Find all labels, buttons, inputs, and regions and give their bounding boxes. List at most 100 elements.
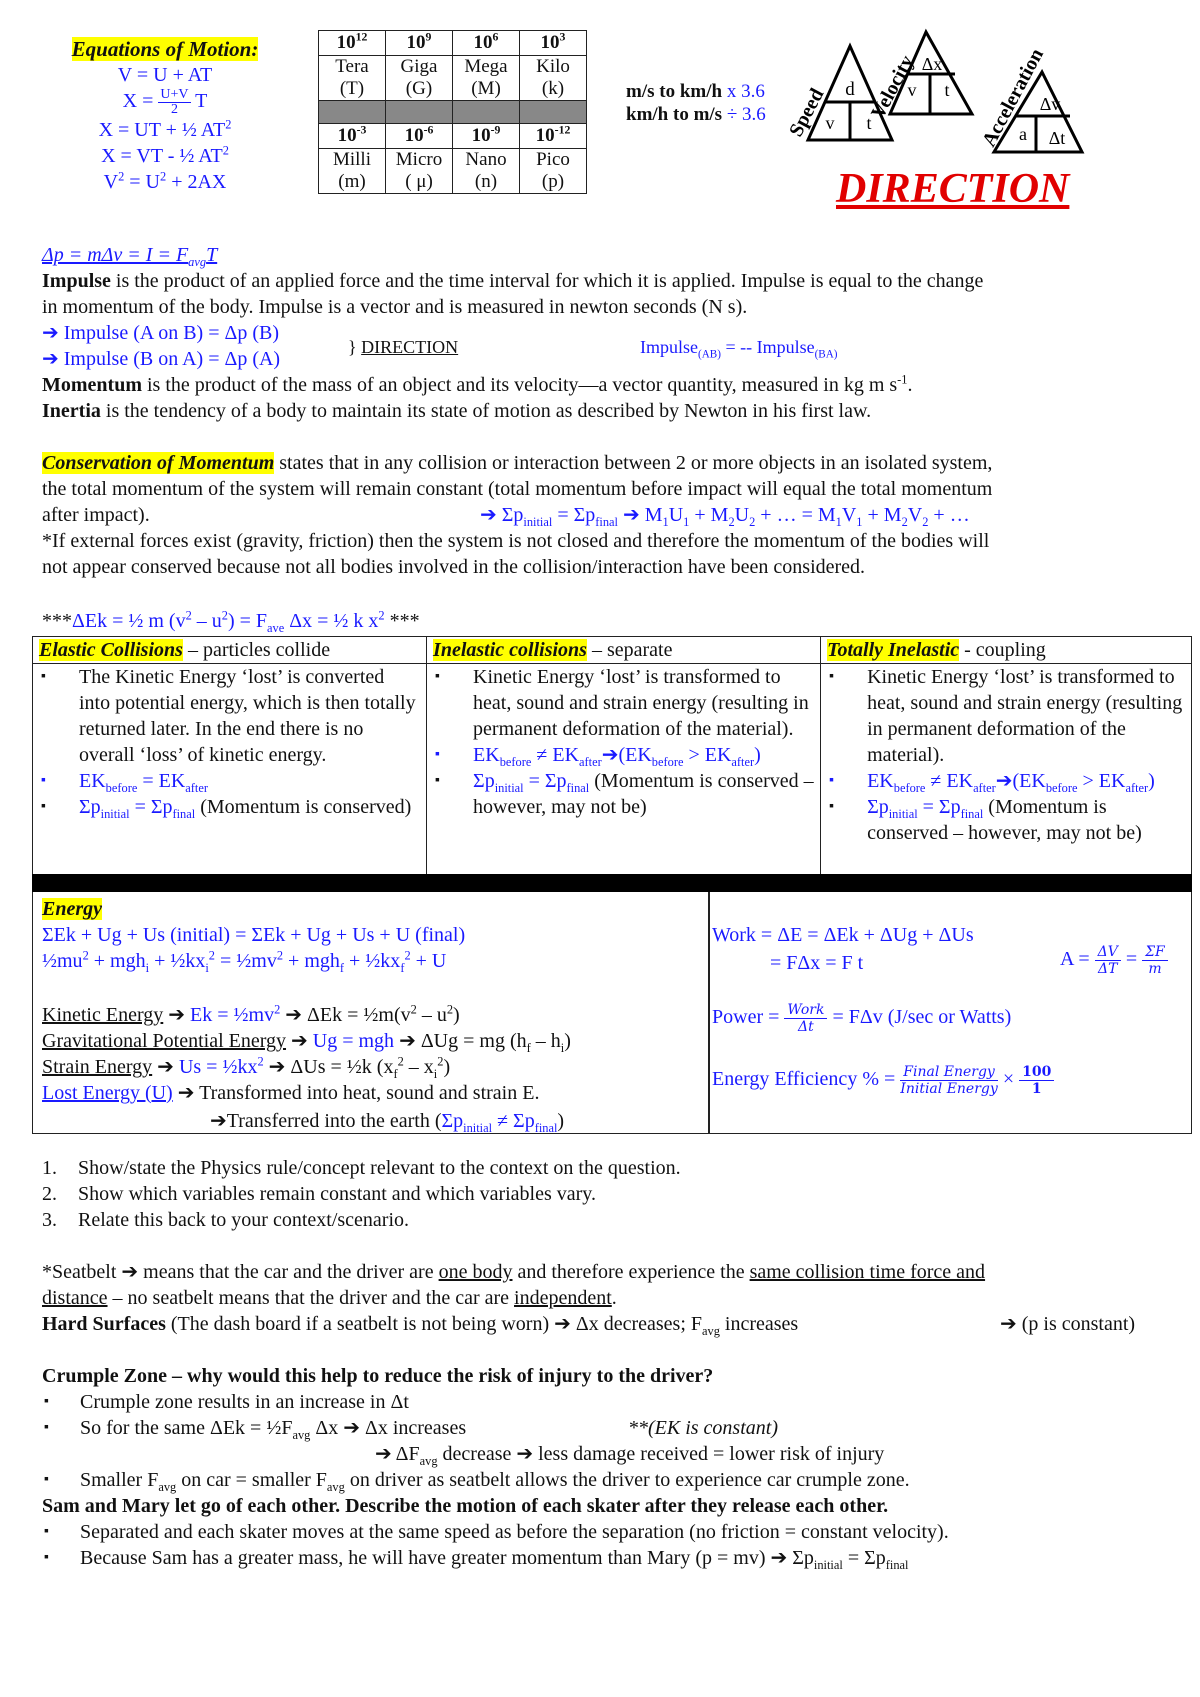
momentum-definition: Momentum is the product of the mass of a… — [42, 372, 913, 396]
list-item-continuation: ➔ ΔFavg decrease ➔ less damage received … — [375, 1443, 885, 1468]
list-item: Smaller Favg on car = smaller Favg on dr… — [42, 1467, 910, 1493]
prefix-row-large-name: Tera (T) Giga (G) Mega (M) Kilo (k) — [318, 55, 587, 101]
list-item: So for the same ΔEk = ½Favg Δx ➔ Δx incr… — [42, 1415, 910, 1441]
hard-surfaces-note: ➔ (p is constant) — [1000, 1313, 1136, 1335]
collision-types-table: Elastic Collisions – particles collide I… — [31, 636, 1192, 878]
strain-energy-line: Strain Energy ➔ Us = ½kx2 ➔ ΔUs = ½k (xf… — [42, 1054, 451, 1081]
energy-box-divider — [708, 892, 710, 1134]
conservation-line-3: after impact). — [42, 504, 150, 526]
crumple-list: Crumple zone results in an increase in Δ… — [42, 1389, 910, 1493]
step-3: 3. Relate this back to your context/scena… — [42, 1209, 410, 1231]
conservation-note-1: *If external forces exist (gravity, fric… — [42, 530, 990, 552]
totally-inelastic-body: Kinetic Energy ‘lost’ is transformed to … — [820, 663, 1192, 878]
prefix-name: Nano (n) — [452, 148, 520, 194]
formula-triangles: d v t Speed Δx v t Velocity Δv a Δt Acce… — [785, 28, 1085, 154]
list-item: EKbefore ≠ EKafter➔(EKbefore > EKafter) — [829, 768, 1185, 794]
impulse-direction-brace: } DIRECTION — [348, 337, 459, 357]
list-item: Kinetic Energy ‘lost’ is transformed to … — [435, 664, 814, 742]
si-prefix-table: 1012 109 106 103 Tera (T) Giga (G) Mega (M)… — [318, 30, 587, 194]
inelastic-body: Kinetic Energy ‘lost’ is transformed to … — [426, 663, 822, 878]
work-formula-1: Work = ΔE = ΔEk + ΔUg + ΔUs — [712, 924, 974, 946]
lost-energy-line: Lost Energy (U) ➔ Transformed into heat,… — [42, 1082, 540, 1104]
eom-eq4: X = VT - ½ AT2 — [101, 143, 229, 167]
impulse-definition-1: Impulse is the product of an applied for… — [42, 270, 984, 292]
list-item: Σpinitial = Σpfinal (Momentum is conserv… — [435, 768, 814, 820]
elastic-body: The Kinetic Energy ‘lost’ is converted i… — [31, 663, 428, 878]
gravitational-energy-line: Gravitational Potential Energy ➔ Ug = mg… — [42, 1030, 571, 1055]
energy-conservation-2: ½mu2 + mghi + ½kxi2 = ½mv2 + mghf + ½kxf… — [42, 948, 447, 975]
section-divider — [32, 874, 1192, 892]
velocity-right: t — [944, 80, 949, 100]
list-item: Σpinitial = Σpfinal (Momentum is conserv… — [41, 794, 420, 820]
eom-eq1: V = U + AT — [117, 64, 213, 86]
prefix-name: Giga (G) — [385, 55, 453, 101]
energy-conservation-1: ΣEk + Ug + Us (initial) = ΣEk + Ug + Us … — [42, 924, 466, 946]
list-item: EKbefore ≠ EKafter➔(EKbefore > EKafter) — [435, 742, 814, 768]
prefix-row-separator — [318, 100, 587, 124]
list-item: Separated and each skater moves at the s… — [42, 1519, 949, 1545]
conversion-kmh-to-ms: km/h to m/s ÷ 3.6 — [626, 104, 766, 125]
step-1: 1. Show/state the Physics rule/concept re… — [42, 1157, 681, 1179]
velocity-top: Δx — [922, 54, 943, 74]
eom-eq2: X = U+V 2 T — [122, 87, 208, 117]
impulse-relation: Impulse(AB) = -- Impulse(BA) — [640, 337, 838, 361]
prefix-row-large-exp: 1012 109 106 103 — [318, 30, 587, 56]
prefix-exp: 103 — [519, 30, 587, 56]
list-item: EKbefore = EKafter — [41, 768, 420, 794]
prefix-exp: 10-6 — [385, 123, 453, 149]
conservation-formula: ➔ Σpinitial = Σpfinal ➔ M1U1 + M2U2 + … … — [480, 504, 970, 529]
impulse-a-on-b: ➔ Impulse (A on B) = Δp (B) — [42, 322, 279, 344]
step-2: 2. Show which variables remain constant a… — [42, 1183, 596, 1205]
velocity-triangle: Δx v t Velocity — [867, 28, 975, 122]
acceleration-left: a — [1019, 124, 1027, 144]
prefix-exp: 109 — [385, 30, 453, 56]
list-item: Σpinitial = Σpfinal (Momentum is conserv… — [829, 794, 1185, 846]
conservation-note-2: not appear conserved because not all bod… — [42, 556, 866, 578]
equations-of-motion: Equations of Motion: V = U + AT X = U+V 2… — [40, 36, 290, 195]
eom-eq3: X = UT + ½ AT2 — [98, 117, 232, 141]
prefix-exp: 10-3 — [318, 123, 386, 149]
collision-header-row: Elastic Collisions – particles collide I… — [31, 636, 1192, 664]
totally-inelastic-header: Totally Inelastic - coupling — [820, 636, 1192, 664]
unit-conversions: m/s to km/h x 3.6 km/h to m/s ÷ 3.6 — [626, 80, 766, 126]
direction-banner: DIRECTION — [836, 166, 1070, 212]
prefix-name: Milli (m) — [318, 148, 386, 194]
prefix-exp: 10-12 — [519, 123, 587, 149]
velocity-left: v — [908, 80, 917, 100]
speed-right: t — [866, 113, 871, 133]
prefix-row-small-exp: 10-3 10-6 10-9 10-12 — [318, 123, 587, 149]
seatbelt-line-1: *Seatbelt ➔ means that the car and the d… — [42, 1261, 986, 1283]
prefix-name: Micro( μ) — [385, 148, 453, 194]
prefix-exp: 1012 — [318, 30, 386, 56]
speed-left: v — [826, 113, 835, 133]
skaters-list: Separated and each skater moves at the s… — [42, 1519, 949, 1571]
acceleration-triangle: Δv a Δt Acceleration — [978, 45, 1085, 154]
hard-surfaces-line: Hard Surfaces (The dash board if a seatb… — [42, 1313, 799, 1338]
acceleration-right: Δt — [1049, 128, 1066, 148]
speed-top: d — [845, 79, 855, 100]
prefix-name: Tera (T) — [318, 55, 386, 101]
prefix-name: Kilo (k) — [519, 55, 587, 101]
list-item: Crumple zone results in an increase in Δ… — [42, 1389, 910, 1415]
skaters-heading: Sam and Mary let go of each other. Descr… — [42, 1495, 889, 1517]
prefix-row-small-name: Milli (m) Micro( μ) Nano (n) Pico (p) — [318, 148, 587, 194]
work-formula-2: = FΔx = F t — [770, 952, 864, 974]
acceleration-formula: A = ΔV ΔT = ΣF m — [1060, 944, 1168, 977]
impulse-formula: Δp = mΔv = I = FavgT — [42, 244, 218, 269]
list-item: Because Sam has a greater mass, he will … — [42, 1545, 949, 1571]
elastic-header: Elastic Collisions – particles collide — [31, 636, 428, 664]
eom-eq5: V2 = U2 + 2AX — [103, 169, 227, 193]
crumple-heading: Crumple Zone – why would this help to re… — [42, 1365, 714, 1387]
energy-title: Energy — [42, 898, 102, 920]
prefix-exp: 106 — [452, 30, 520, 56]
prefix-exp: 10-9 — [452, 123, 520, 149]
inertia-definition: Inertia is the tendency of a body to mai… — [42, 400, 872, 422]
inelastic-header: Inelastic collisions – separate — [426, 636, 822, 664]
seatbelt-line-2: distance – no seatbelt means that the dr… — [42, 1287, 617, 1309]
impulse-b-on-a: ➔ Impulse (B on A) = Δp (A) — [42, 348, 281, 370]
impulse-definition-2: in momentum of the body. Impulse is a ve… — [42, 296, 748, 318]
conservation-line-2: the total momentum of the system will re… — [42, 478, 993, 500]
power-formula: Power = Work Δt = FΔv (J/sec or Watts) — [712, 1002, 1012, 1035]
list-item: Kinetic Energy ‘lost’ is transformed to … — [829, 664, 1185, 768]
collision-body-row: The Kinetic Energy ‘lost’ is converted i… — [31, 663, 1192, 878]
